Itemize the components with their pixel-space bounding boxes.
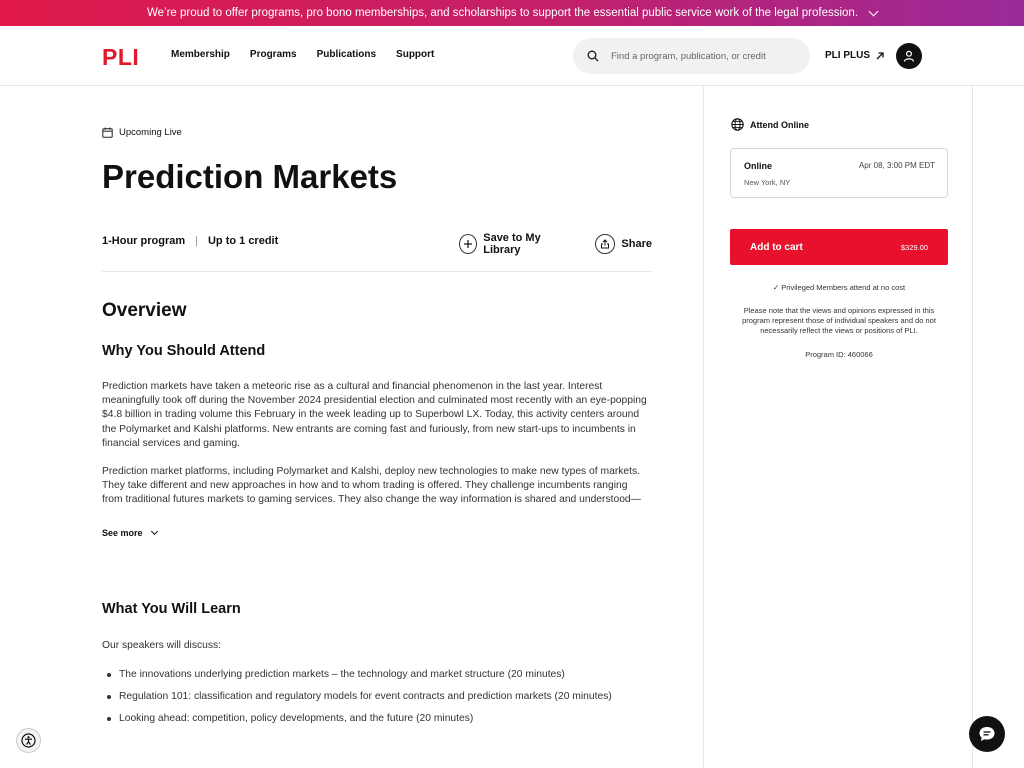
session-option[interactable]: Online Apr 08, 3:00 PM EDT New York, NY	[730, 148, 948, 198]
session-date: Apr 08, 3:00 PM EDT	[858, 161, 935, 170]
session-location: New York, NY	[744, 178, 791, 187]
calendar-icon	[102, 127, 113, 138]
page-title: Prediction Markets	[102, 158, 398, 195]
plus-icon	[459, 234, 478, 254]
add-to-cart-button[interactable]: Add to cart $329.00	[730, 229, 948, 265]
divider	[102, 271, 652, 272]
chat-icon	[979, 727, 995, 741]
why-attend-heading: Why You Should Attend	[102, 343, 266, 359]
nav-publications[interactable]: Publications	[317, 49, 376, 60]
nav-support[interactable]: Support	[396, 49, 434, 60]
pli-plus-label: PLI PLUS	[825, 50, 871, 61]
program-id: Program ID: 460066	[805, 350, 873, 359]
banner-text: We’re proud to offer programs, pro bono …	[146, 7, 859, 19]
user-icon	[903, 50, 915, 62]
attend-online-header: Attend Online	[731, 118, 809, 131]
see-more-label: See more	[102, 528, 143, 538]
save-to-library-button[interactable]: Save to My Library	[459, 232, 571, 256]
search-bar[interactable]	[573, 38, 810, 74]
meta-separator: |	[195, 235, 198, 247]
list-item: Regulation 101: classification and regul…	[102, 690, 612, 712]
cart-label: Add to cart	[750, 241, 803, 253]
duration-label: 1-Hour program	[102, 235, 186, 247]
share-button[interactable]: Share	[595, 232, 652, 256]
accessibility-button[interactable]	[16, 728, 41, 753]
share-icon	[595, 234, 616, 254]
nav-membership[interactable]: Membership	[171, 49, 230, 60]
chat-button[interactable]	[969, 716, 1005, 752]
external-arrow-icon	[876, 51, 884, 59]
status-badge: Upcoming Live	[102, 127, 182, 138]
session-type: Online	[744, 161, 773, 171]
why-attend-paragraph-2: Prediction market platforms, including P…	[102, 466, 641, 506]
search-input[interactable]	[611, 50, 791, 62]
see-more-button[interactable]: See more	[102, 527, 158, 538]
overview-heading: Overview	[102, 300, 187, 321]
credit-label: Up to 1 credit	[207, 235, 279, 247]
pli-logo[interactable]: PLI	[102, 44, 139, 71]
why-attend-paragraph-1: Prediction markets have taken a meteoric…	[102, 381, 647, 449]
pli-plus-link[interactable]: PLI PLUS	[825, 50, 884, 61]
program-meta: 1-Hour program | Up to 1 credit	[102, 235, 278, 247]
accessibility-icon	[21, 733, 36, 748]
chevron-down-icon[interactable]	[868, 6, 879, 16]
main-nav: PLI Membership Programs Publications Sup…	[0, 26, 1024, 86]
privileged-label: Privileged Members attend at no cost	[781, 283, 906, 292]
nav-links: Membership Programs Publications Support	[171, 49, 434, 60]
save-label: Save to My Library	[483, 232, 541, 256]
attend-label: Attend Online	[750, 119, 809, 130]
learn-intro: Our speakers will discuss:	[102, 640, 222, 651]
price-label: $329.00	[900, 242, 928, 252]
privileged-note: ✓ Privileged Members attend at no cost	[730, 283, 948, 292]
list-item: Looking ahead: competition, policy devel…	[102, 712, 612, 734]
search-icon[interactable]	[587, 50, 599, 62]
nav-programs[interactable]: Programs	[250, 49, 297, 60]
user-avatar-button[interactable]	[896, 43, 922, 69]
program-actions: Save to My Library Share	[459, 232, 652, 256]
disclaimer: Please note that the views and opinions …	[742, 306, 936, 335]
check-icon: ✓	[772, 283, 780, 292]
share-label: Share	[621, 238, 652, 250]
learn-list: The innovations underlying prediction ma…	[102, 668, 612, 734]
status-label: Upcoming Live	[119, 127, 182, 138]
globe-icon	[731, 118, 744, 131]
learn-heading: What You Will Learn	[102, 601, 241, 617]
list-item: The innovations underlying prediction ma…	[102, 668, 612, 690]
purchase-sidebar: Attend Online Online Apr 08, 3:00 PM EDT…	[703, 86, 973, 768]
chevron-down-icon	[150, 527, 158, 536]
top-banner[interactable]: We’re proud to offer programs, pro bono …	[0, 0, 1024, 26]
